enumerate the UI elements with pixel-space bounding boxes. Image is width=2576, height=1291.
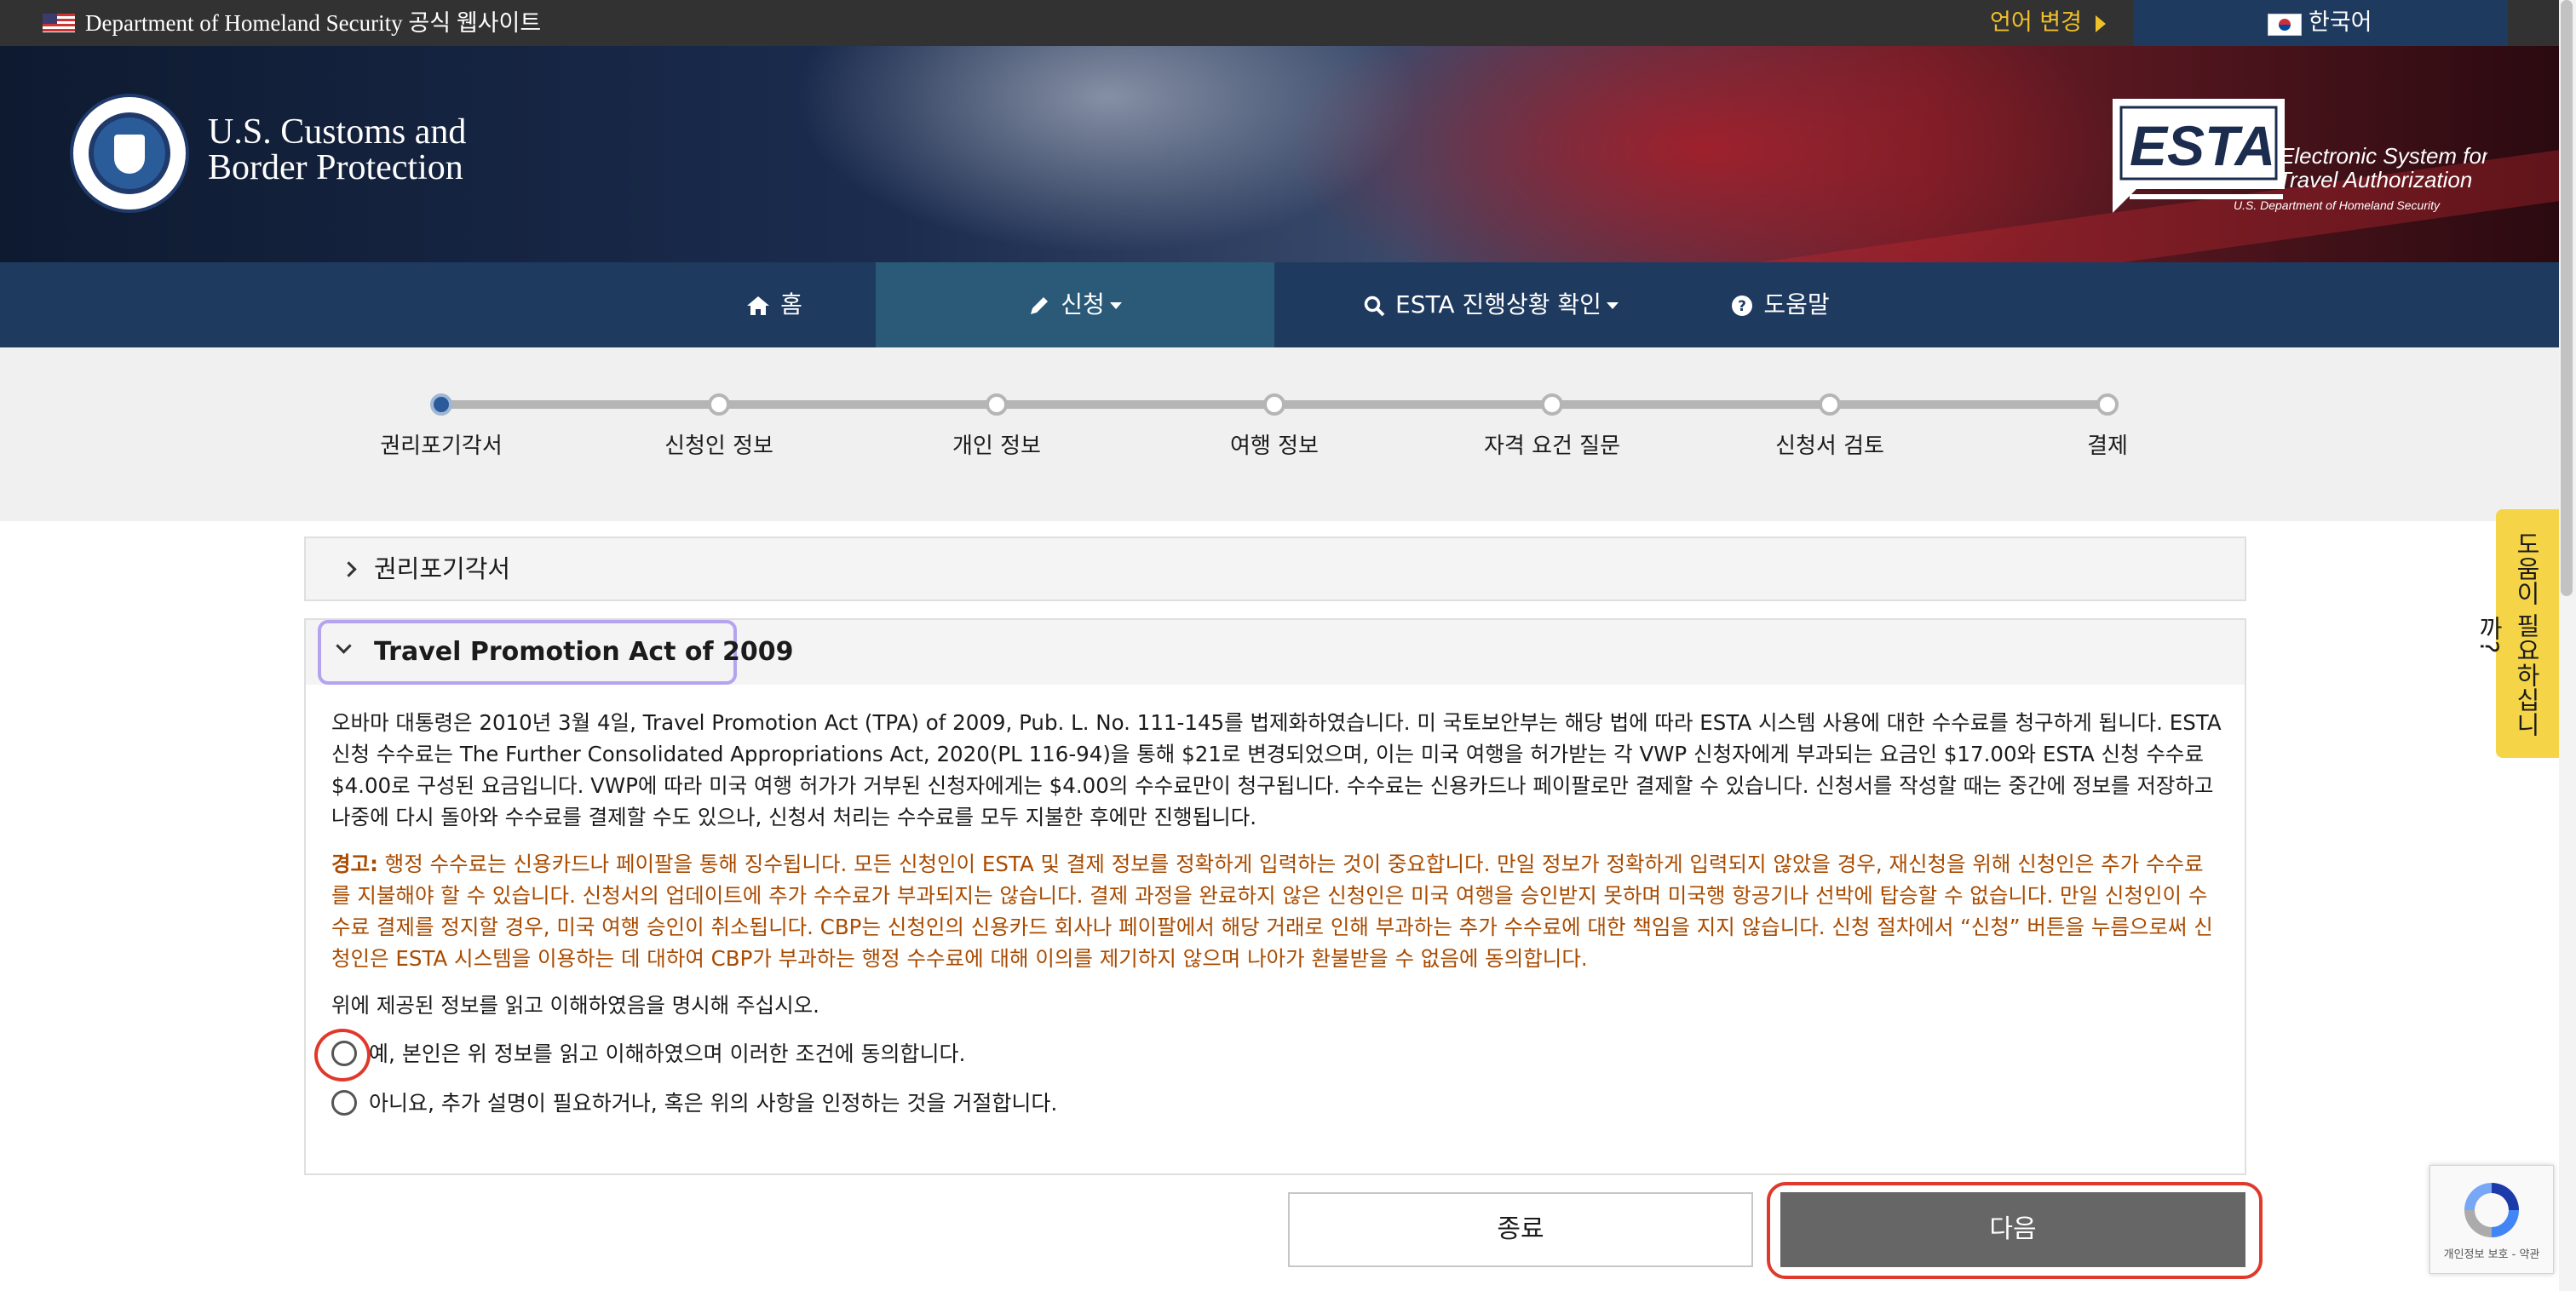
nav-status[interactable]: ESTA 진행상황 확인 <box>1329 262 1653 347</box>
progress-step-label: 여행 정보 <box>1230 433 1319 459</box>
waiver-accordion-header[interactable]: 권리포기각서 <box>304 536 2246 601</box>
progress-step-dot <box>430 393 452 416</box>
gov-banner: Department of Homeland Security 공식 웹사이트 … <box>0 0 2559 46</box>
nav-help[interactable]: ? 도움말 <box>1704 262 1857 347</box>
waiver-accordion-title: 권리포기각서 <box>374 554 511 583</box>
question-circle-icon: ? <box>1732 295 1753 316</box>
progress-step-label: 결제 <box>2087 433 2128 459</box>
esta-tagline-2: Travel Authorization <box>2278 167 2472 192</box>
progress-step-dot <box>1541 393 1563 416</box>
decline-radio[interactable] <box>331 1090 357 1116</box>
warning-body: 행정 수수료는 신용카드나 페이팔을 통해 징수됩니다. 모든 신청인이 EST… <box>331 852 2213 971</box>
tpa-instruction-text: 위에 제공된 정보를 읽고 이해하였음을 명시해 주십시오. <box>331 993 819 1018</box>
progress-step-label: 자격 요건 질문 <box>1483 433 1621 459</box>
nav-status-label: ESTA 진행상황 확인 <box>1395 290 1601 318</box>
progress-step-dot <box>986 393 1008 416</box>
progress-step-dot <box>1263 393 1285 416</box>
tpa-intro-text: 오바마 대통령은 2010년 3월 4일, Travel Promotion A… <box>331 710 2222 829</box>
nav-apply-label: 신청 <box>1061 290 1105 318</box>
caret-down-icon <box>1606 302 1619 309</box>
language-change-link[interactable]: 언어 변경 <box>1990 7 2082 39</box>
agree-option-label[interactable]: 예, 본인은 위 정보를 읽고 이해하였으며 이러한 조건에 동의합니다. <box>369 1037 965 1071</box>
progress-step-label: 신청서 검토 <box>1775 433 1884 459</box>
nav-apply[interactable]: 신청 <box>876 262 1274 347</box>
gov-site-text: Department of Homeland Security 공식 웹사이트 <box>85 10 542 36</box>
nav-home-label: 홈 <box>780 290 802 318</box>
recaptcha-privacy-links[interactable]: 개인정보 보호 - 약관 <box>2430 1248 2553 1263</box>
nav-help-label: 도움말 <box>1763 290 1830 318</box>
progress-step-dot <box>2096 393 2119 416</box>
svg-text:?: ? <box>1738 298 1746 315</box>
tpa-warning-text: 경고: 행정 수수료는 신용카드나 페이팔을 통해 징수됩니다. 모든 신청인이… <box>331 848 2222 974</box>
recaptcha-badge[interactable]: 개인정보 보호 - 약관 <box>2429 1165 2554 1274</box>
esta-dept: U.S. Department of Homeland Security <box>2234 198 2441 212</box>
agency-title: U.S. Customs and Border Protection <box>208 112 467 187</box>
tpa-accordion-title: Travel Promotion Act of 2009 <box>374 637 794 667</box>
decline-option-label[interactable]: 아니요, 추가 설명이 필요하거나, 혹은 위의 사항을 인정하는 것을 거절합… <box>369 1087 1057 1121</box>
caret-down-icon <box>1109 302 1122 309</box>
current-language[interactable]: 한국어 <box>2309 7 2372 39</box>
progress-step-label: 권리포기각서 <box>380 433 503 459</box>
chevron-right-icon <box>341 561 357 577</box>
search-icon <box>1364 295 1385 317</box>
tpa-accordion-header[interactable]: Travel Promotion Act of 2009 <box>306 620 2245 685</box>
home-icon <box>747 296 770 315</box>
main-nav: 홈 신청 ESTA 진행상황 확인 ? 도움말 <box>0 262 2559 347</box>
progress-steps: 권리포기각서 신청인 정보 개인 정보 여행 정보 자격 요건 질문 신청서 검토 결제 <box>0 347 2559 521</box>
pencil-icon <box>1031 297 1049 314</box>
dhs-seal-logo <box>70 94 189 213</box>
korea-flag-icon <box>2268 14 2302 36</box>
header-banner: U.S. Customs and Border Protection ESTA … <box>0 46 2559 262</box>
progress-step-dot <box>708 393 730 416</box>
progress-step-label: 신청인 정보 <box>664 433 773 459</box>
recaptcha-icon <box>2464 1183 2519 1237</box>
progress-step-label: 개인 정보 <box>952 433 1041 459</box>
scrollbar-thumb[interactable] <box>2561 0 2573 596</box>
caret-right-icon[interactable] <box>2096 15 2106 32</box>
esta-tagline-1: Electronic System for <box>2280 143 2487 169</box>
exit-button[interactable]: 종료 <box>1288 1192 1753 1267</box>
next-button[interactable]: 다음 <box>1780 1192 2245 1267</box>
help-side-tab-label[interactable]: 도움이 필요하십니까? <box>2475 519 2545 749</box>
us-flag-icon <box>43 14 75 32</box>
esta-mark: ESTA <box>2130 114 2275 177</box>
esta-logo: ESTA Electronic System for Travel Author… <box>2113 99 2487 213</box>
warning-label: 경고: <box>331 852 378 876</box>
tpa-panel: Travel Promotion Act of 2009 오바마 대통령은 20… <box>304 618 2246 1175</box>
progress-step-dot <box>1819 393 1841 416</box>
agree-radio-highlight <box>314 1029 371 1082</box>
nav-home[interactable]: 홈 <box>710 262 838 347</box>
